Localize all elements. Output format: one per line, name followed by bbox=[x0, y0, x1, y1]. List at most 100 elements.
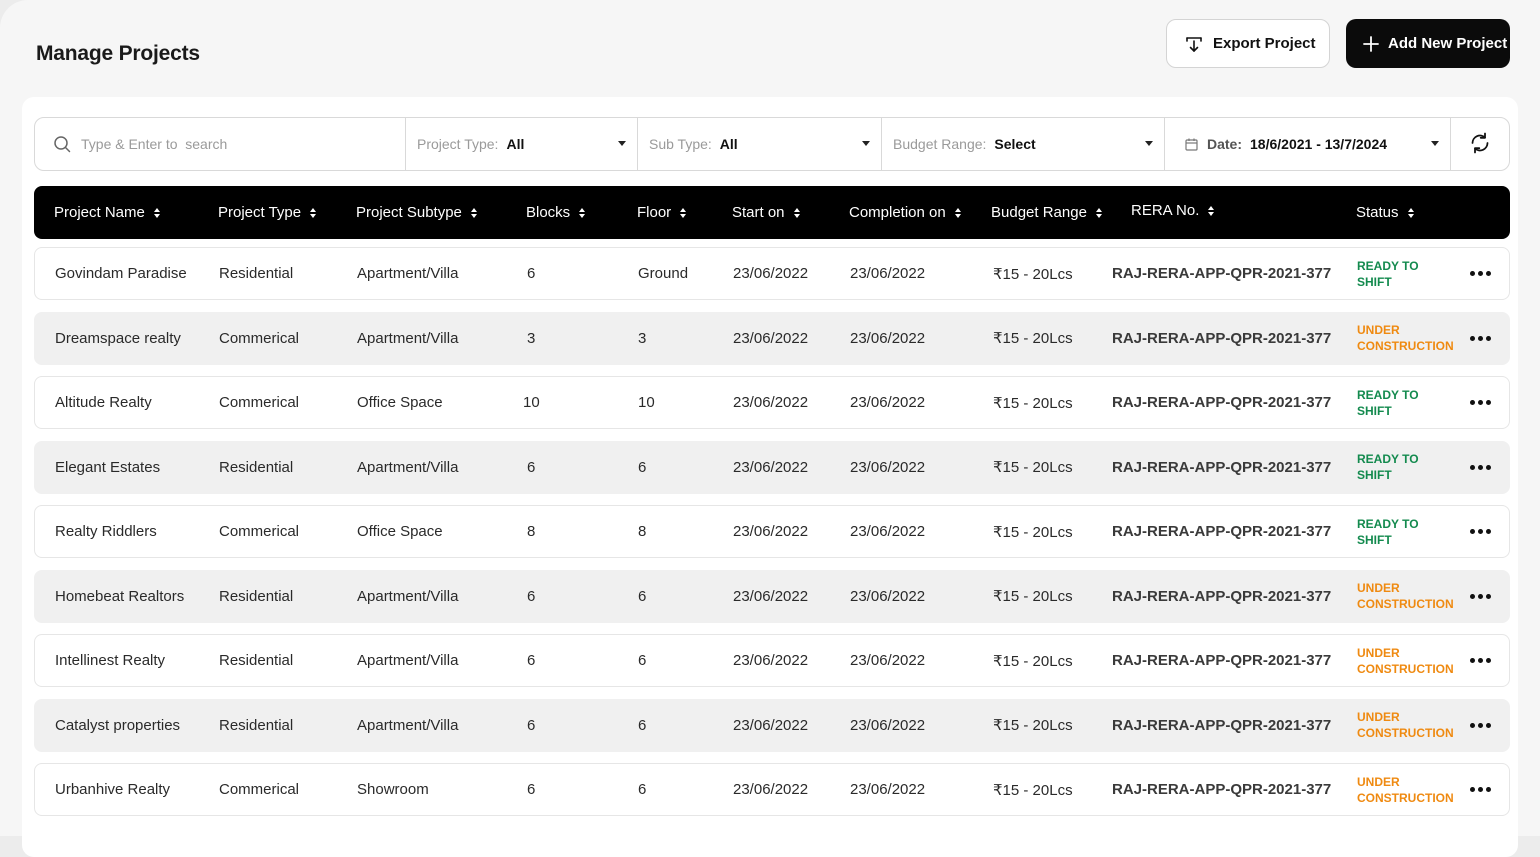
sort-icon bbox=[954, 207, 961, 218]
cell-rera-no: RAJ-RERA-APP-QPR-2021-377 bbox=[1112, 652, 1332, 669]
column-header-budget-range[interactable]: Budget Range bbox=[991, 186, 1102, 239]
cell-budget-range: ₹15 - 20Lcs bbox=[993, 588, 1073, 605]
more-horizontal-icon[interactable] bbox=[1470, 313, 1491, 364]
column-header-rera-no[interactable]: RERA No. bbox=[1131, 184, 1215, 237]
status-badge: READY TO SHIFT bbox=[1357, 258, 1419, 289]
cell-budget-range: ₹15 - 20Lcs bbox=[993, 523, 1073, 541]
more-horizontal-icon[interactable] bbox=[1470, 442, 1491, 493]
column-header-start-on[interactable]: Start on bbox=[732, 186, 800, 239]
table-row[interactable]: Altitude Realty Commerical Office Space 10 1… bbox=[34, 376, 1510, 429]
more-horizontal-icon[interactable] bbox=[1470, 635, 1491, 686]
cell-floor: 6 bbox=[638, 587, 647, 605]
plus-icon bbox=[1360, 33, 1382, 55]
date-range-dropdown[interactable]: Date: 18/6/2021 - 13/7/2024 bbox=[1165, 118, 1451, 170]
caret-down-icon bbox=[862, 141, 870, 146]
cell-start-on: 23/06/2022 bbox=[733, 523, 809, 540]
column-header-label: Project Name bbox=[54, 204, 145, 221]
sort-icon bbox=[470, 207, 477, 218]
more-horizontal-icon[interactable] bbox=[1470, 506, 1491, 557]
column-header-project-name[interactable]: Project Name bbox=[54, 186, 160, 239]
cell-rera-no: RAJ-RERA-APP-QPR-2021-377 bbox=[1112, 781, 1332, 798]
column-header-status[interactable]: Status bbox=[1356, 186, 1414, 239]
more-horizontal-icon[interactable] bbox=[1470, 764, 1491, 815]
refresh-button[interactable] bbox=[1451, 118, 1509, 170]
table-row[interactable]: Realty Riddlers Commerical Office Space 8 8 2… bbox=[34, 505, 1510, 558]
cell-project-subtype: Apartment/Villa bbox=[357, 265, 459, 282]
cell-project-subtype: Apartment/Villa bbox=[357, 587, 459, 605]
more-horizontal-icon[interactable] bbox=[1470, 377, 1491, 428]
add-new-project-button[interactable]: Add New Project bbox=[1346, 19, 1510, 68]
search-icon bbox=[53, 134, 73, 154]
sort-icon bbox=[310, 207, 317, 218]
search-input[interactable] bbox=[81, 136, 381, 152]
status-badge: UNDER CONSTRUCTION bbox=[1357, 323, 1454, 353]
budget-range-dropdown[interactable]: Budget Range: Select bbox=[882, 118, 1165, 170]
more-horizontal-icon[interactable] bbox=[1470, 571, 1491, 622]
column-header-label: Blocks bbox=[526, 204, 571, 221]
caret-down-icon bbox=[618, 141, 626, 146]
column-header-label: Completion on bbox=[849, 204, 946, 221]
sub-type-label: Sub Type: bbox=[649, 136, 712, 152]
sort-icon bbox=[579, 207, 586, 218]
cell-rera-no: RAJ-RERA-APP-QPR-2021-377 bbox=[1112, 523, 1332, 540]
cell-start-on: 23/06/2022 bbox=[733, 265, 809, 282]
column-header-completion-on[interactable]: Completion on bbox=[849, 186, 961, 239]
column-header-project-subtype[interactable]: Project Subtype bbox=[356, 186, 477, 239]
column-header-label: Project Subtype bbox=[356, 204, 462, 221]
cell-rera-no: RAJ-RERA-APP-QPR-2021-377 bbox=[1112, 394, 1332, 411]
cell-project-name: Catalyst properties bbox=[55, 716, 181, 734]
column-header-blocks[interactable]: Blocks bbox=[526, 186, 586, 239]
page-title: Manage Projects bbox=[36, 42, 200, 65]
cell-floor: 6 bbox=[638, 652, 647, 669]
cell-project-type: Residential bbox=[219, 587, 294, 605]
sort-icon bbox=[793, 207, 800, 218]
table-row[interactable]: Intellinest Realty Residential Apartment/V… bbox=[34, 634, 1510, 687]
cell-completion-on: 23/06/2022 bbox=[850, 587, 926, 605]
search-box[interactable] bbox=[35, 118, 406, 170]
cell-budget-range: ₹15 - 20Lcs bbox=[993, 330, 1073, 347]
table-row[interactable]: Dreamspace realty Commerical Apartment/Vil… bbox=[34, 311, 1510, 365]
table-row[interactable]: Govindam Paradise Residential Apartment/Vi… bbox=[34, 247, 1510, 300]
status-badge: UNDER CONSTRUCTION bbox=[1357, 774, 1454, 805]
cell-project-name: Intellinest Realty bbox=[55, 652, 166, 669]
status-badge: UNDER CONSTRUCTION bbox=[1357, 581, 1454, 611]
cell-project-subtype: Office Space bbox=[357, 394, 443, 411]
cell-floor: 3 bbox=[638, 329, 647, 347]
export-project-button[interactable]: Export Project bbox=[1166, 19, 1330, 68]
calendar-icon bbox=[1185, 137, 1199, 151]
column-header-label: Budget Range bbox=[991, 204, 1087, 221]
sub-type-value: All bbox=[719, 136, 738, 152]
more-horizontal-icon[interactable] bbox=[1470, 248, 1491, 299]
cell-blocks: 6 bbox=[527, 716, 536, 734]
cell-project-name: Elegant Estates bbox=[55, 458, 161, 476]
cell-completion-on: 23/06/2022 bbox=[850, 265, 926, 282]
refresh-icon bbox=[1468, 131, 1492, 158]
cell-budget-range: ₹15 - 20Lcs bbox=[993, 459, 1073, 476]
column-header-project-type[interactable]: Project Type bbox=[218, 186, 317, 239]
download-tray-icon bbox=[1183, 33, 1205, 55]
more-horizontal-icon[interactable] bbox=[1470, 700, 1491, 751]
cell-completion-on: 23/06/2022 bbox=[850, 523, 926, 540]
cell-project-name: Dreamspace realty bbox=[55, 329, 181, 347]
cell-start-on: 23/06/2022 bbox=[733, 716, 809, 734]
status-badge: READY TO SHIFT bbox=[1357, 516, 1419, 547]
cell-project-type: Residential bbox=[219, 265, 294, 282]
cell-project-type: Commerical bbox=[219, 781, 300, 798]
export-project-label: Export Project bbox=[1213, 35, 1316, 52]
cell-project-subtype: Office Space bbox=[357, 523, 443, 540]
column-header-floor[interactable]: Floor bbox=[637, 186, 687, 239]
cell-blocks: 6 bbox=[527, 587, 536, 605]
table-row[interactable]: Urbanhive Realty Commerical Showroom 6 6 23/0… bbox=[34, 763, 1510, 816]
table-row[interactable]: Catalyst properties Residential Apartment/… bbox=[34, 698, 1510, 752]
table-row[interactable]: Homebeat Realtors Residential Apartment/Vi… bbox=[34, 569, 1510, 623]
cell-project-type: Residential bbox=[219, 652, 294, 669]
cell-completion-on: 23/06/2022 bbox=[850, 652, 926, 669]
table-header: Project Name Project Type Project Subtype B… bbox=[34, 186, 1510, 239]
table-row[interactable]: Elegant Estates Residential Apartment/Vill… bbox=[34, 440, 1510, 494]
cell-start-on: 23/06/2022 bbox=[733, 394, 809, 411]
sub-type-dropdown[interactable]: Sub Type: All bbox=[638, 118, 882, 170]
cell-blocks: 3 bbox=[527, 329, 536, 347]
cell-floor: Ground bbox=[638, 265, 689, 282]
cell-project-subtype: Showroom bbox=[357, 781, 429, 798]
project-type-dropdown[interactable]: Project Type: All bbox=[406, 118, 638, 170]
